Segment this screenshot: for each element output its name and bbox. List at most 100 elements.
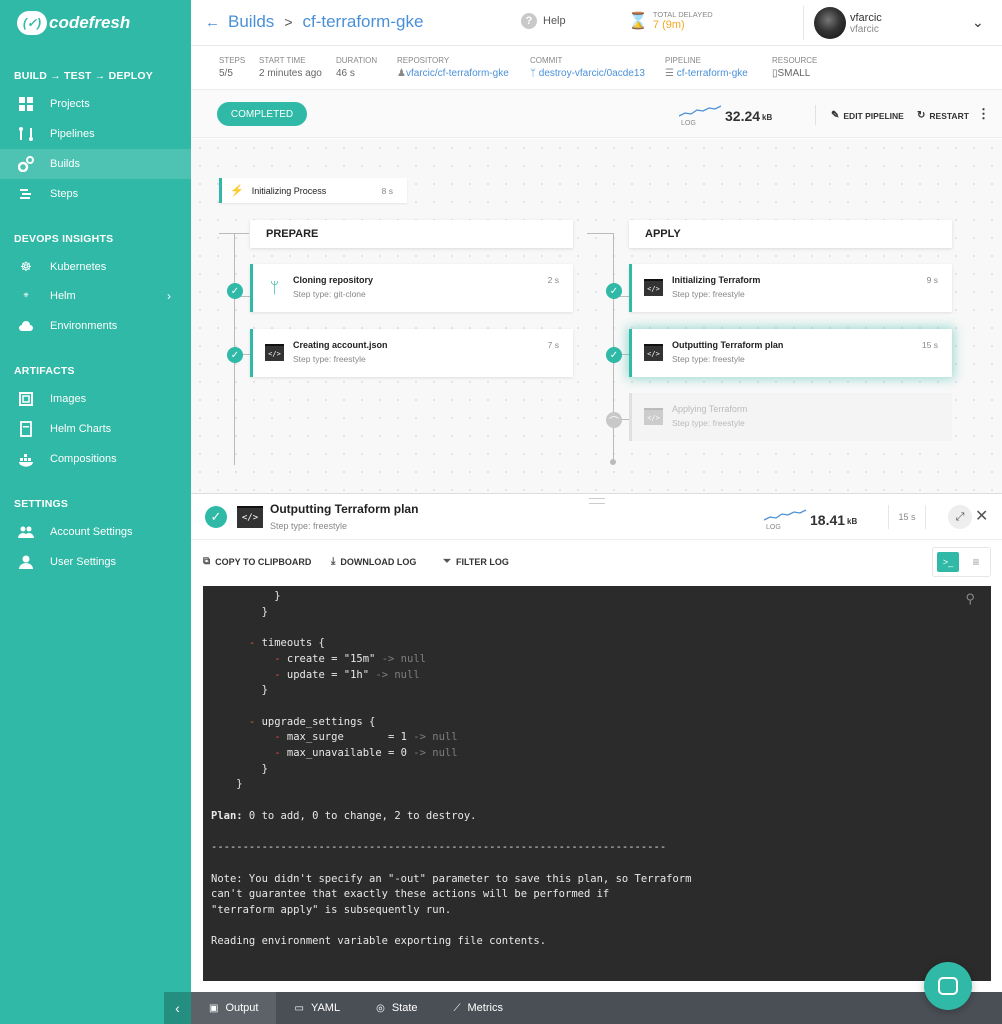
section-title-artifacts: ARTIFACTS bbox=[14, 365, 75, 377]
sidebar-item-label: Kubernetes bbox=[50, 261, 107, 273]
log-label: LOG bbox=[766, 524, 781, 531]
info-key: PIPELINE bbox=[665, 56, 702, 65]
sidebar-item-helm-charts[interactable]: Helm Charts bbox=[0, 414, 191, 444]
log-line: - upgrade_settings { bbox=[248, 715, 376, 728]
terminal-view-icon[interactable]: >_ bbox=[937, 552, 959, 572]
breadcrumb-current[interactable]: cf-terraform-gke bbox=[303, 12, 424, 32]
info-duration: DURATION 46 s bbox=[336, 56, 377, 79]
back-arrow-icon[interactable]: ← bbox=[205, 14, 220, 31]
collapse-sidebar-button[interactable]: ‹ bbox=[164, 992, 191, 1024]
stage-apply: APPLY bbox=[629, 220, 952, 248]
logo-text: codefresh bbox=[49, 13, 131, 32]
edit-pipeline-button[interactable]: ✎ EDIT PIPELINE bbox=[831, 110, 904, 121]
repository-link[interactable]: ♟vfarcic/cf-terraform-gke bbox=[397, 68, 509, 79]
codefresh-logo[interactable]: (✓) codefresh bbox=[17, 10, 130, 36]
user-login: vfarcic bbox=[850, 23, 879, 35]
step-applying-terraform[interactable]: </> Applying Terraform Step type: freest… bbox=[629, 393, 952, 441]
sidebar-item-label: Images bbox=[50, 393, 87, 405]
resource-value-wrap: ▯SMALL bbox=[772, 68, 817, 79]
commit-link[interactable]: ᛘ destroy-vfarcic/0acde13 bbox=[530, 68, 645, 79]
info-key: START TIME bbox=[259, 56, 306, 65]
tab-yaml[interactable]: ▭ YAML bbox=[276, 992, 358, 1024]
sidebar-item-compositions[interactable]: Compositions bbox=[0, 444, 191, 474]
restart-button[interactable]: ↻ RESTART bbox=[917, 110, 969, 121]
filter-log-button[interactable]: ⏷ FILTER LOG bbox=[443, 556, 509, 567]
tab-label: State bbox=[391, 1002, 418, 1014]
help-icon: ? bbox=[521, 13, 537, 29]
pipeline-graph: ⚡ Initializing Process 8 s PREPARE APPLY… bbox=[191, 139, 1002, 493]
log-line: } bbox=[211, 684, 268, 697]
log-terminal[interactable]: } } - timeouts { - create = "15m" -> nul… bbox=[203, 586, 991, 981]
close-icon[interactable]: ✕ bbox=[975, 506, 988, 526]
help-button[interactable]: ? Help bbox=[521, 13, 566, 29]
search-icon[interactable]: ⚲ bbox=[965, 591, 975, 607]
sidebar-item-pipelines[interactable]: Pipelines bbox=[0, 119, 191, 149]
download-label: DOWNLOAD LOG bbox=[340, 556, 417, 567]
user-menu[interactable]: vfarcic vfarcic bbox=[803, 6, 882, 40]
output-icon: ▣ bbox=[209, 1002, 219, 1014]
sidebar-item-label: Compositions bbox=[50, 453, 117, 465]
step-cloning-repository[interactable]: ᛘ Cloning repository Step type: git-clon… bbox=[250, 264, 573, 312]
delay-value: 7 (9m) bbox=[652, 19, 685, 31]
expand-icon[interactable]: ⤢ bbox=[948, 505, 972, 529]
sidebar-item-kubernetes[interactable]: ☸ Kubernetes bbox=[0, 252, 191, 282]
resize-handle[interactable] bbox=[589, 498, 605, 504]
pencil-icon: ✎ bbox=[831, 110, 840, 121]
step-initializing-terraform[interactable]: </> Initializing Terraform Step type: fr… bbox=[629, 264, 952, 312]
tab-metrics[interactable]: ⟋ Metrics bbox=[436, 992, 521, 1024]
sidebar-item-label: Account Settings bbox=[50, 526, 133, 538]
initializing-process-step[interactable]: ⚡ Initializing Process 8 s bbox=[219, 178, 407, 203]
state-icon: ◎ bbox=[376, 1002, 385, 1014]
git-branch-icon: ᛘ bbox=[269, 278, 280, 297]
info-key: REPOSITORY bbox=[397, 56, 450, 65]
total-delayed[interactable]: ⌛ TOTAL DELAYED 7 (9m) bbox=[628, 10, 713, 31]
sidebar-item-images[interactable]: Images bbox=[0, 384, 191, 414]
sidebar-item-builds[interactable]: Builds bbox=[0, 149, 191, 179]
stage-prepare: PREPARE bbox=[250, 220, 573, 248]
more-menu-icon[interactable]: ⋮ bbox=[977, 106, 990, 122]
copy-to-clipboard-button[interactable]: ⧉ COPY TO CLIPBOARD bbox=[203, 556, 311, 567]
bolt-icon: ⚡ bbox=[230, 185, 244, 197]
sidebar-item-user-settings[interactable]: User Settings bbox=[0, 547, 191, 577]
text-view-icon[interactable]: ≡ bbox=[965, 552, 987, 572]
breadcrumb-builds-link[interactable]: Builds bbox=[228, 12, 274, 32]
log-line: - timeouts { bbox=[248, 637, 325, 650]
sidebar-item-projects[interactable]: Projects bbox=[0, 89, 191, 119]
info-key: COMMIT bbox=[530, 56, 563, 65]
chat-button[interactable] bbox=[924, 962, 972, 1010]
step-creating-account-json[interactable]: </> Creating account.json Step type: fre… bbox=[250, 329, 573, 377]
chat-icon bbox=[938, 977, 958, 995]
edit-pipeline-label: EDIT PIPELINE bbox=[843, 110, 904, 121]
sidebar-item-environments[interactable]: Environments bbox=[0, 311, 191, 341]
sidebar-item-helm[interactable]: ⎈ Helm › bbox=[0, 281, 191, 311]
pipeline-link[interactable]: ☰ cf-terraform-gke bbox=[665, 68, 748, 79]
sidebar-item-label: Pipelines bbox=[50, 128, 95, 140]
hourglass-icon: ⌛ bbox=[628, 12, 648, 30]
panel-step-title: Outputting Terraform plan bbox=[270, 502, 419, 516]
chevron-down-icon[interactable]: ⌄ bbox=[972, 14, 984, 31]
log-line: } bbox=[211, 605, 268, 618]
sidebar-item-steps[interactable]: Steps bbox=[0, 179, 191, 209]
step-log-size[interactable]: LOG 18.41 kB bbox=[764, 506, 857, 531]
download-log-button[interactable]: ⤓ DOWNLOAD LOG bbox=[331, 556, 416, 567]
pending-icon: ⌒ bbox=[606, 412, 622, 428]
log-line: - max_unavailable = 0 -> null bbox=[274, 747, 458, 760]
steps-icon bbox=[16, 186, 36, 202]
info-repository: REPOSITORY ♟vfarcic/cf-terraform-gke bbox=[397, 56, 509, 79]
help-label: Help bbox=[543, 15, 566, 27]
tab-state[interactable]: ◎ State bbox=[358, 992, 435, 1024]
build-log-size[interactable]: LOG 32.24 kB bbox=[679, 102, 772, 127]
success-check-icon: ✓ bbox=[606, 347, 622, 363]
pipeline-value: cf-terraform-gke bbox=[676, 68, 748, 79]
docker-icon bbox=[16, 451, 36, 467]
sidebar-item-account-settings[interactable]: Account Settings bbox=[0, 517, 191, 547]
tab-output[interactable]: ▣ Output bbox=[191, 992, 277, 1024]
delay-label: TOTAL DELAYED bbox=[652, 10, 713, 19]
build-status-bar: COMPLETED LOG 32.24 kB ✎ EDIT PIPELINE ↻… bbox=[191, 90, 1002, 138]
step-name: Initializing Process bbox=[251, 185, 327, 196]
step-time: 2 s bbox=[547, 275, 559, 285]
logo-mark-icon: (✓) bbox=[17, 11, 47, 35]
section-title-devops: DEVOPS INSIGHTS bbox=[14, 233, 114, 245]
log-line: Plan: 0 to add, 0 to change, 2 to destro… bbox=[211, 809, 477, 822]
step-outputting-terraform-plan[interactable]: </> Outputting Terraform plan Step type:… bbox=[629, 329, 952, 377]
